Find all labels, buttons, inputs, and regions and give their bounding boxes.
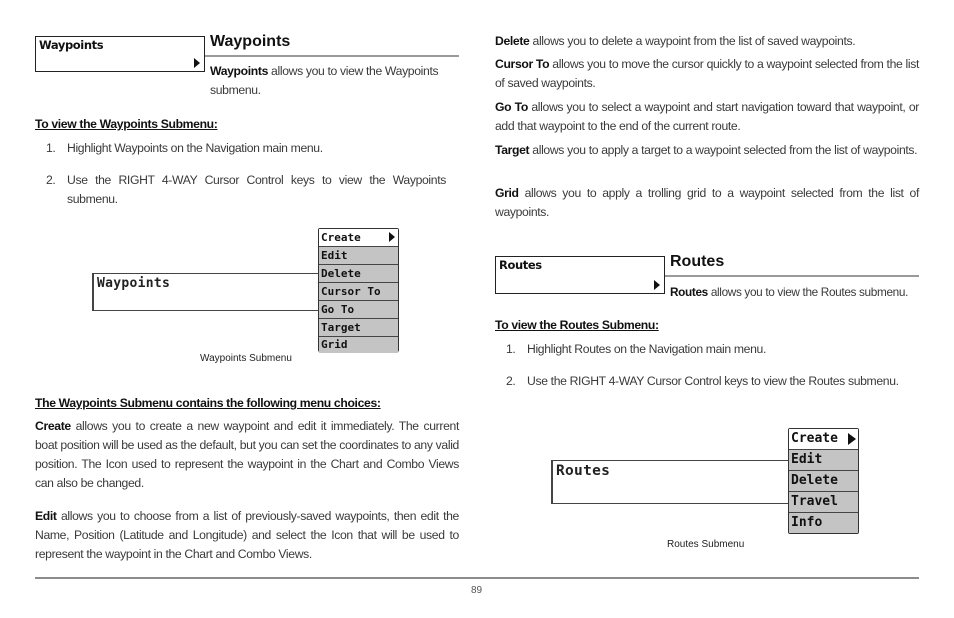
routes-intro-term: Routes [670,285,708,299]
menu-item-label: Info [791,515,823,530]
routes-step-1: 1. Highlight Routes on the Navigation ma… [506,340,916,359]
waypoints-intro: Waypoints allows you to view the Waypoin… [210,62,460,100]
menu-item-label: Create [321,231,361,244]
menu-item-label: Edit [791,452,823,467]
routes-screen-panel: Routes [551,460,791,504]
waypoints-screen-panel: Waypoints [92,273,322,311]
choice-target: Target allows you to apply a target to a… [495,141,919,160]
choice-text: allows you to apply a target to a waypoi… [529,143,918,157]
choice-create: Create allows you to create a new waypoi… [35,417,459,493]
arrow-right-icon [654,280,660,290]
choice-term: Target [495,143,530,157]
menu-item-grid[interactable]: Grid [319,337,398,353]
choice-term: Create [35,419,71,433]
routes-title-rule [665,275,919,277]
routes-figure-caption: Routes Submenu [667,539,745,550]
menu-item-go-to[interactable]: Go To [319,301,398,319]
step-text: Use the RIGHT 4-WAY Cursor Control keys … [67,173,446,206]
step-text: Highlight Waypoints on the Navigation ma… [67,141,323,155]
choice-go-to: Go To allows you to select a waypoint an… [495,98,919,136]
menu-item-label: Delete [321,267,361,280]
choice-text: allows you to select a waypoint and star… [495,100,919,133]
routes-panel-label: Routes [556,463,611,479]
waypoints-figure-caption: Waypoints Submenu [200,353,292,364]
choice-edit: Edit allows you to choose from a list of… [35,507,459,564]
choice-term: Grid [495,186,519,200]
waypoints-menu-tag: Waypoints [35,36,205,72]
menu-item-create[interactable]: Create [319,229,398,247]
menu-item-label: Go To [321,303,355,316]
choice-grid: Grid allows you to apply a trolling grid… [495,184,919,222]
menu-item-label: Edit [321,249,348,262]
step-number: 2. [506,374,516,388]
arrow-right-icon [194,58,200,68]
choice-text: allows you to apply a trolling grid to a… [495,186,919,219]
menu-item-edit[interactable]: Edit [319,247,398,265]
routes-section-title: Routes [670,253,725,270]
waypoints-step-2: 2. Use the RIGHT 4-WAY Cursor Control ke… [46,171,446,209]
choice-cursor-to: Cursor To allows you to move the cursor … [495,55,919,93]
step-number: 1. [506,342,516,356]
choice-term: Go To [495,100,528,114]
menu-item-label: Delete [791,473,838,488]
menu-item-create[interactable]: Create [789,429,858,450]
choice-delete: Delete allows you to delete a waypoint f… [495,32,919,51]
choice-text: allows you to choose from a list of prev… [35,509,459,561]
menu-item-info[interactable]: Info [789,513,858,533]
waypoints-panel-label: Waypoints [97,276,171,291]
menu-item-delete[interactable]: Delete [789,471,858,492]
waypoints-title-rule [205,55,459,57]
routes-tag-label: Routes [499,258,542,272]
waypoints-howto-heading: To view the Waypoints Submenu: [35,117,218,131]
routes-intro-text: allows you to view the Routes submenu. [707,285,909,299]
choice-term: Delete [495,34,530,48]
choice-text: allows you to create a new waypoint and … [35,419,459,490]
step-text: Use the RIGHT 4-WAY Cursor Control keys … [527,374,899,388]
menu-item-label: Grid [321,338,348,351]
menu-item-label: Create [791,431,838,446]
routes-intro: Routes allows you to view the Routes sub… [670,283,930,302]
waypoints-section-title: Waypoints [210,33,291,50]
menu-item-label: Travel [791,494,838,509]
waypoints-submenu: Create Edit Delete Cursor To Go To Targe… [318,228,399,353]
choice-term: Edit [35,509,57,523]
choice-term: Cursor To [495,57,550,71]
menu-item-target[interactable]: Target [319,319,398,337]
menu-item-edit[interactable]: Edit [789,450,858,471]
choice-text: allows you to move the cursor quickly to… [495,57,919,90]
waypoints-tag-label: Waypoints [39,38,104,52]
choice-text: allows you to delete a waypoint from the… [529,34,856,48]
step-number: 2. [46,173,56,187]
menu-item-delete[interactable]: Delete [319,265,398,283]
step-text: Highlight Routes on the Navigation main … [527,342,766,356]
page-number: 89 [471,585,483,596]
waypoints-intro-term: Waypoints [210,64,269,78]
waypoints-choices-heading: The Waypoints Submenu contains the follo… [35,396,381,410]
menu-item-cursor-to[interactable]: Cursor To [319,283,398,301]
step-number: 1. [46,141,56,155]
menu-item-travel[interactable]: Travel [789,492,858,513]
routes-submenu: Create Edit Delete Travel Info [788,428,859,534]
menu-item-label: Target [321,321,361,334]
routes-howto-heading: To view the Routes Submenu: [495,318,659,332]
footer-rule [35,577,919,579]
menu-item-label: Cursor To [321,285,381,298]
routes-step-2: 2. Use the RIGHT 4-WAY Cursor Control ke… [506,372,906,391]
waypoints-step-1: 1. Highlight Waypoints on the Navigation… [46,139,456,158]
routes-menu-tag: Routes [495,256,665,294]
arrow-right-icon [389,232,395,242]
arrow-right-icon [848,433,856,445]
